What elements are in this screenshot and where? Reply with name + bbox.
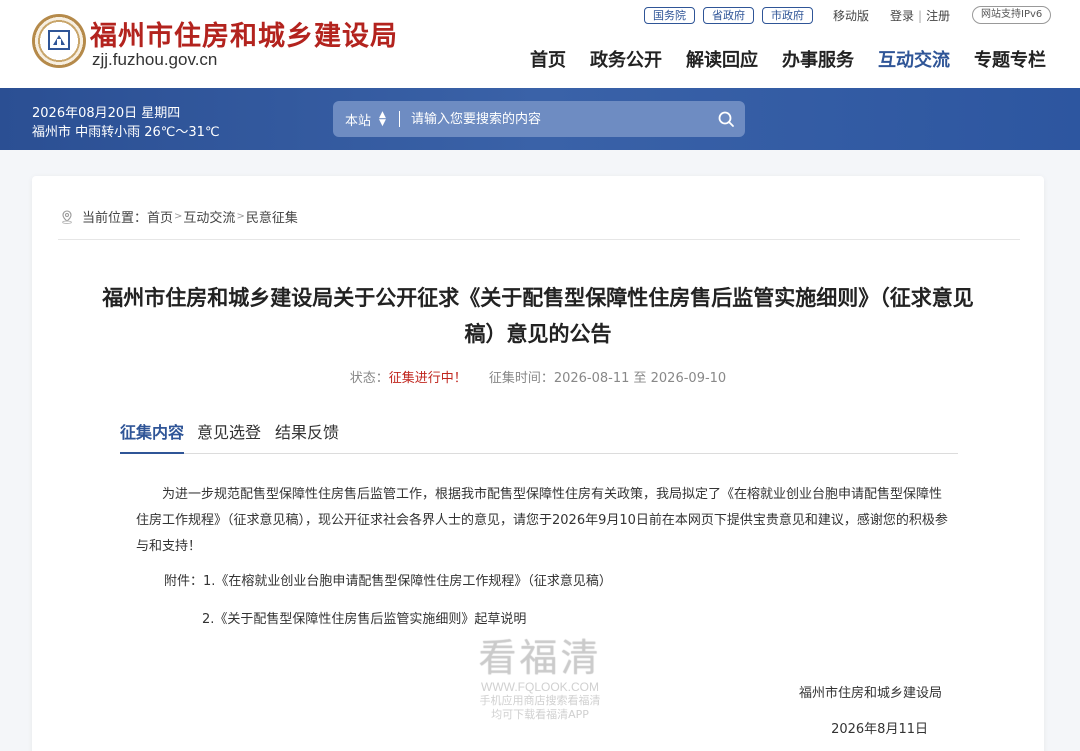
breadcrumb-prefix: 当前位置： [82, 211, 148, 226]
period-value: 2026-08-11 至 2026-09-10 [553, 371, 727, 386]
nav-item-services[interactable]: 办事服务 [782, 46, 854, 72]
login-link[interactable]: 登录 [890, 9, 914, 23]
search-input[interactable] [411, 105, 701, 133]
tab-content[interactable]: 征集内容 [120, 422, 185, 454]
watermark-brand: 看福清 [478, 636, 602, 680]
attachments-label: 附件： [164, 574, 204, 589]
nav-item-topics[interactable]: 专题专栏 [974, 46, 1046, 72]
register-link[interactable]: 注册 [926, 9, 950, 23]
breadcrumb-chevron-icon: > [174, 211, 183, 222]
weather-info: 福州市 中雨转小雨 26℃～31℃ [32, 125, 220, 140]
search-scope-select[interactable]: 本站 [345, 110, 371, 129]
breadcrumb-home[interactable]: 首页 [147, 207, 173, 226]
breadcrumb-chevron-icon: > [236, 211, 245, 222]
watermark-url: WWW.FQLOOK.COM [481, 680, 599, 694]
watermark-line-1: 手机应用商店搜索看福清 [479, 694, 601, 707]
breadcrumb-opinion-collection[interactable]: 民意征集 [246, 207, 298, 226]
mobile-version-link[interactable]: 移动版 [833, 7, 869, 24]
attachment-item: 2.《关于配售型保障性住房售后监管实施细则》起草说明 [202, 608, 526, 627]
site-header: 福州市住房和城乡建设局 zjj.fuzhou.gov.cn 国务院 省政府 市政… [0, 0, 1080, 88]
nav-item-interpretation[interactable]: 解读回应 [686, 46, 758, 72]
location-pin-icon [62, 209, 72, 224]
attachment-item: 附件：1.《在榕就业创业台胞申请配售型保障性住房工作规程》（征求意见稿） [164, 570, 612, 589]
tab-selected-opinions[interactable]: 意见选登 [197, 422, 261, 454]
search-icon[interactable] [717, 110, 735, 128]
current-date: 2026年08月20日 星期四 [32, 106, 181, 121]
sign-date: 2026年8月11日 [831, 722, 928, 737]
article-meta: 状态：征集进行中！ 征集时间：2026-08-11 至 2026-09-10 [32, 367, 1044, 386]
site-domain: zjj.fuzhou.gov.cn [92, 50, 218, 69]
main-nav: 首页 政务公开 解读回应 办事服务 互动交流 专题专栏 [530, 46, 1046, 72]
nav-item-gov-affairs[interactable]: 政务公开 [590, 46, 662, 72]
search-divider [399, 111, 400, 127]
status-badge: 征集进行中！ [388, 371, 467, 386]
site-name[interactable]: 福州市住房和城乡建设局 [90, 14, 398, 53]
login-links: 登录 | 注册 [890, 7, 950, 24]
tab-feedback[interactable]: 结果反馈 [275, 422, 339, 454]
period-label: 征集时间： [488, 371, 554, 386]
gov-links: 国务院 省政府 市政府 [644, 7, 813, 24]
status-label: 状态： [349, 371, 389, 386]
article-body: 为进一步规范配售型保障性住房售后监管工作，根据我市配售型保障性住房有关政策，我局… [136, 487, 948, 554]
divider: | [918, 9, 923, 23]
attachment-link-1[interactable]: 1.《在榕就业创业台胞申请配售型保障性住房工作规程》（征求意见稿） [203, 574, 612, 589]
article-title: 福州市住房和城乡建设局关于公开征求《关于配售型保障性住房售后监管实施细则》（征求… [102, 286, 974, 346]
breadcrumb: 当前位置： 首页 > 互动交流 > 民意征集 [60, 207, 298, 226]
updown-arrow-icon[interactable]: ▲ ▼ [379, 111, 386, 128]
signer: 福州市住房和城乡建设局 [798, 686, 942, 701]
divider [58, 239, 1020, 240]
gov-link-city[interactable]: 市政府 [762, 7, 813, 24]
gov-link-state-council[interactable]: 国务院 [644, 7, 695, 24]
breadcrumb-interaction[interactable]: 互动交流 [183, 207, 235, 226]
attachment-link-2[interactable]: 2.《关于配售型保障性住房售后监管实施细则》起草说明 [202, 612, 526, 627]
watermark: 看福清 WWW.FQLOOK.COM 手机应用商店搜索看福清 均可下载看福清AP… [470, 636, 610, 736]
gov-link-province[interactable]: 省政府 [703, 7, 754, 24]
search-box: 本站 ▲ ▼ [333, 101, 745, 137]
watermark-line-2: 均可下载看福清APP [491, 708, 589, 721]
article-tabs: 征集内容 意见选登 结果反馈 [120, 422, 958, 454]
ipv6-badge: 网站支持IPv6 [972, 6, 1052, 24]
site-logo-icon[interactable] [32, 14, 86, 68]
nav-item-interaction[interactable]: 互动交流 [878, 46, 950, 72]
info-banner: 2026年08月20日 星期四 福州市 中雨转小雨 26℃～31℃ 本站 ▲ ▼ [0, 88, 1080, 150]
nav-item-home[interactable]: 首页 [530, 46, 566, 72]
